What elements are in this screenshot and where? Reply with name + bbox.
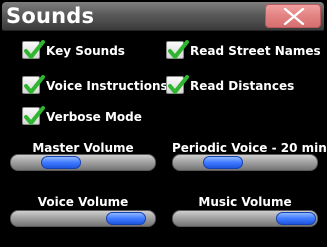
voice-instructions-checkbox[interactable]: Voice Instructions bbox=[22, 75, 168, 96]
voice-volume-label: Voice Volume bbox=[37, 195, 129, 209]
checkbox-box bbox=[22, 106, 45, 125]
checkbox-box bbox=[22, 75, 45, 94]
key-sounds-checkbox[interactable]: Key Sounds bbox=[22, 40, 152, 61]
checkbox-box bbox=[166, 40, 189, 59]
checkbox-box bbox=[166, 75, 189, 94]
checkmark-icon bbox=[24, 106, 45, 125]
checkmark-icon bbox=[168, 40, 189, 59]
slider-thumb[interactable] bbox=[276, 212, 316, 225]
slider-thumb[interactable] bbox=[203, 156, 244, 169]
master-volume-slider[interactable] bbox=[10, 154, 156, 171]
key-sounds-label: Key Sounds bbox=[46, 44, 125, 58]
slider-thumb[interactable] bbox=[41, 156, 82, 169]
window-title: Sounds bbox=[6, 4, 95, 28]
title-bar: Sounds bbox=[2, 2, 324, 31]
read-distances-label: Read Distances bbox=[190, 79, 295, 93]
checkbox-box bbox=[22, 40, 45, 59]
voice-volume-slider[interactable] bbox=[10, 210, 156, 227]
checkmark-icon bbox=[24, 75, 45, 94]
voice-instructions-label: Voice Instructions bbox=[46, 79, 168, 93]
close-button[interactable] bbox=[265, 4, 321, 28]
read-distances-checkbox[interactable]: Read Distances bbox=[166, 75, 296, 96]
music-volume-label: Music Volume bbox=[198, 195, 292, 209]
close-icon bbox=[283, 8, 305, 25]
periodic-voice-slider[interactable] bbox=[172, 154, 318, 171]
checkmark-icon bbox=[168, 75, 189, 94]
music-volume-slider[interactable] bbox=[172, 210, 318, 227]
verbose-mode-checkbox[interactable]: Verbose Mode bbox=[22, 106, 142, 127]
checkmark-icon bbox=[24, 40, 45, 59]
verbose-mode-label: Verbose Mode bbox=[46, 110, 142, 124]
read-street-names-checkbox[interactable]: Read Street Names bbox=[166, 40, 321, 61]
slider-thumb[interactable] bbox=[106, 212, 147, 225]
read-street-names-label: Read Street Names bbox=[190, 44, 321, 58]
